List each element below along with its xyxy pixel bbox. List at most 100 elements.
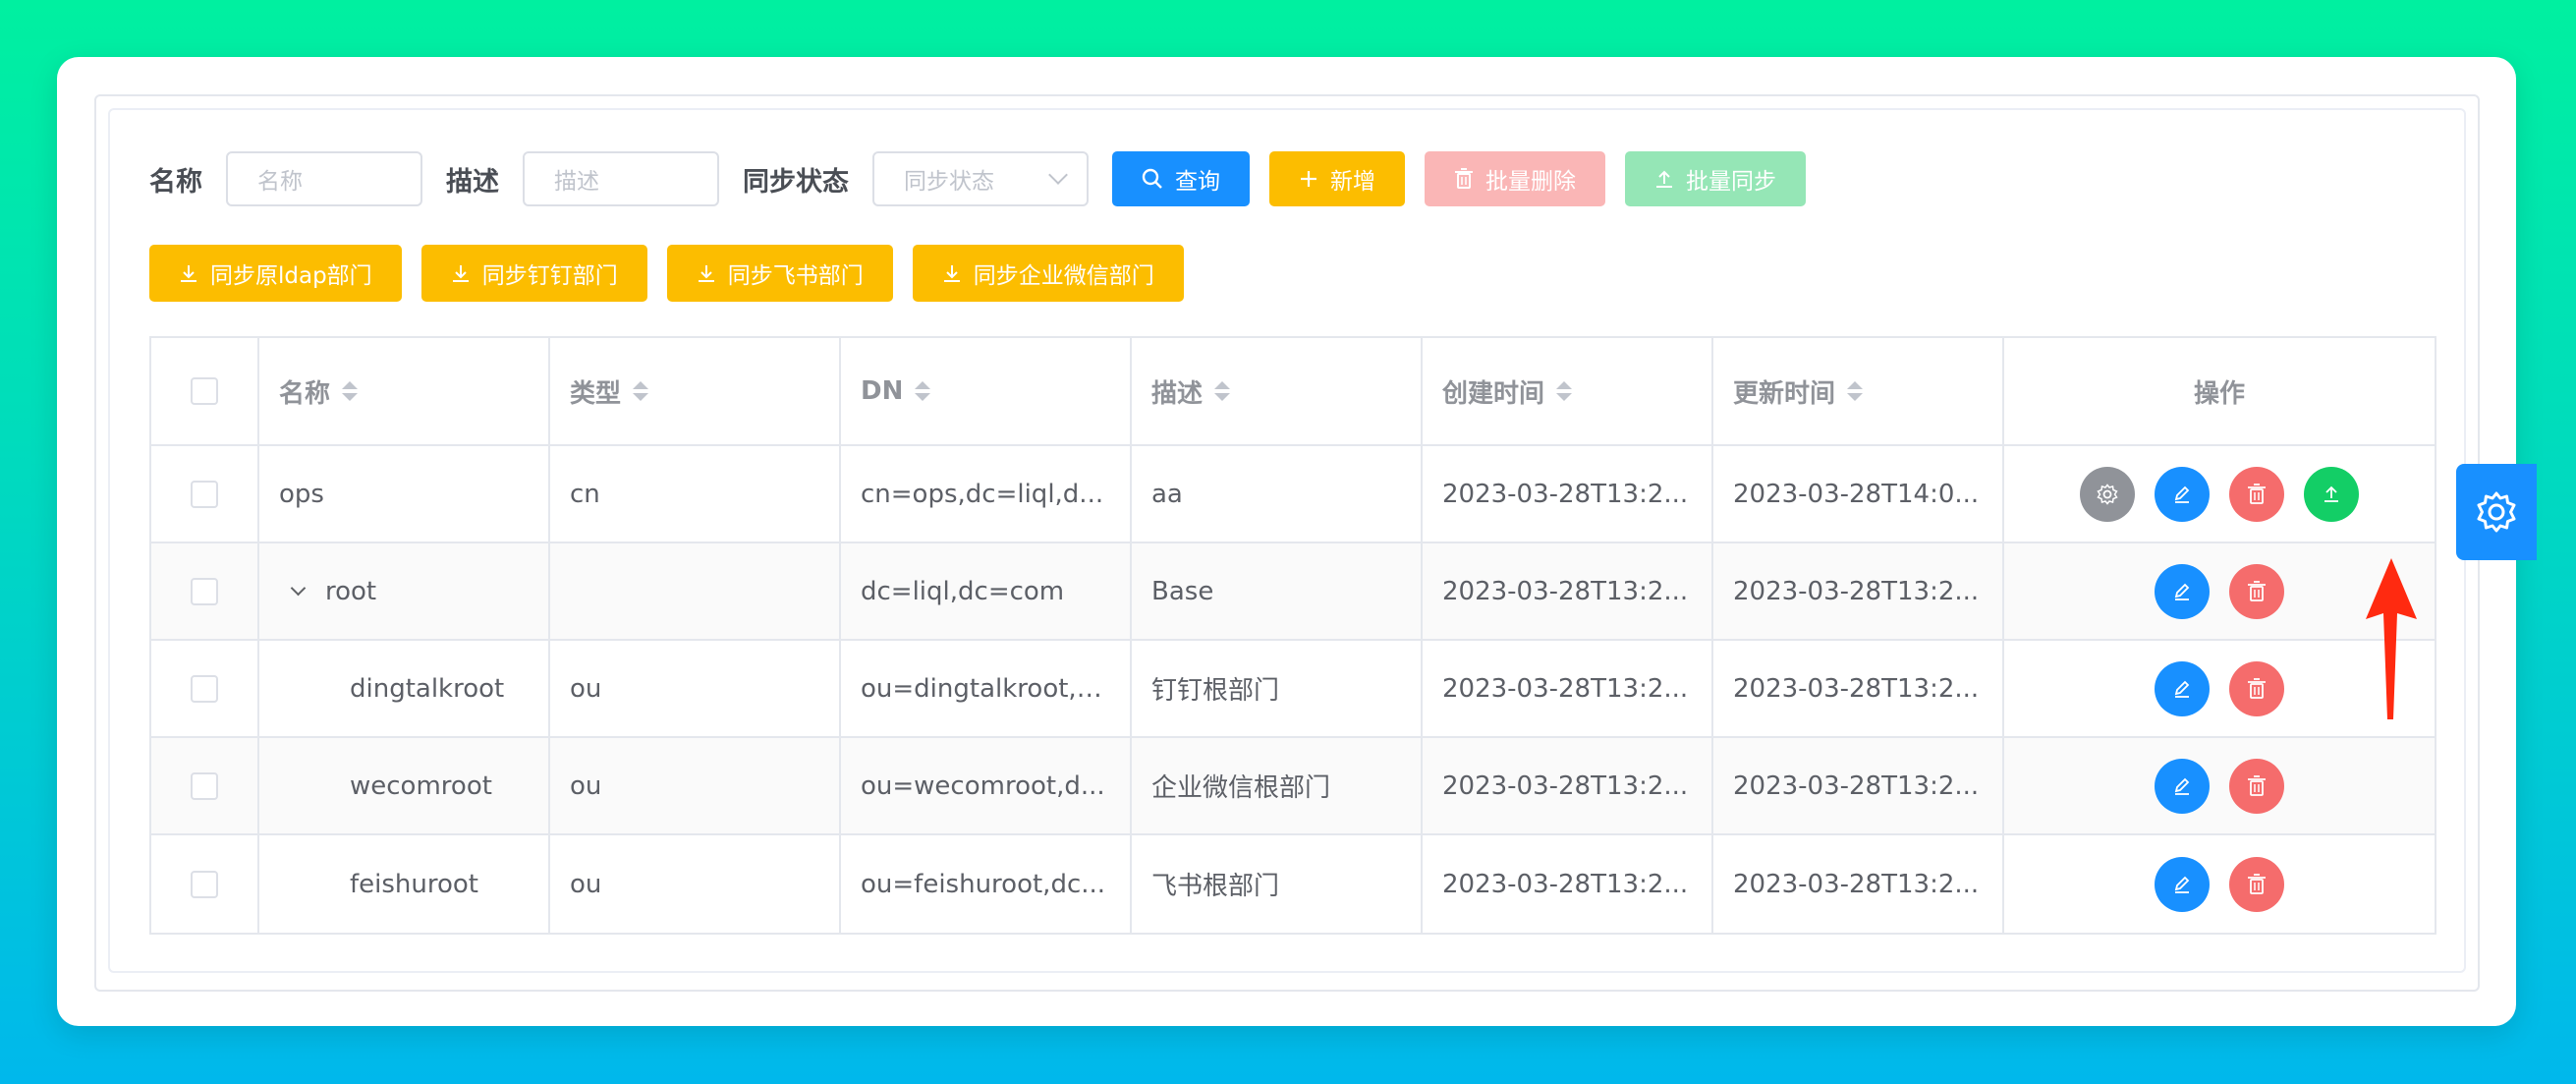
row-checkbox[interactable] bbox=[191, 577, 218, 605]
edit-button[interactable] bbox=[2155, 758, 2210, 814]
desc-filter-label: 描述 bbox=[446, 166, 499, 198]
download-icon bbox=[697, 263, 716, 283]
cell-type: ou bbox=[550, 738, 841, 833]
sort-icon[interactable] bbox=[342, 381, 359, 401]
sort-icon[interactable] bbox=[1214, 381, 1231, 401]
cell-dn: ou=feishuroot,dc... bbox=[841, 835, 1132, 933]
sync-feishu-label: 同步飞书部门 bbox=[727, 263, 864, 289]
download-icon bbox=[942, 263, 962, 283]
trash-icon bbox=[2248, 873, 2266, 894]
edit-button[interactable] bbox=[2155, 660, 2210, 716]
type-text: ou bbox=[570, 869, 602, 899]
row-checkbox[interactable] bbox=[191, 870, 218, 898]
select-all-checkbox[interactable] bbox=[191, 377, 218, 405]
upload-icon bbox=[2324, 485, 2338, 502]
name-text: ops bbox=[279, 479, 324, 509]
desc-text: Base bbox=[1151, 576, 1214, 606]
header-created-label: 创建时间 bbox=[1442, 378, 1545, 409]
settings-button[interactable] bbox=[2080, 466, 2135, 522]
table-row: feishuroot ou ou=feishuroot,dc... 飞书根部门 … bbox=[151, 835, 2435, 933]
delete-button[interactable] bbox=[2229, 758, 2284, 814]
header-name[interactable]: 名称 bbox=[259, 338, 550, 444]
header-created[interactable]: 创建时间 bbox=[1423, 338, 1713, 444]
add-button-label: 新增 bbox=[1330, 169, 1375, 195]
header-updated[interactable]: 更新时间 bbox=[1713, 338, 2004, 444]
batch-sync-button[interactable]: 批量同步 bbox=[1625, 151, 1806, 206]
header-desc[interactable]: 描述 bbox=[1132, 338, 1423, 444]
type-text: cn bbox=[570, 479, 600, 509]
name-text: dingtalkroot bbox=[350, 673, 505, 704]
row-select-cell bbox=[151, 543, 259, 639]
row-checkbox[interactable] bbox=[191, 480, 218, 508]
edit-icon bbox=[2174, 485, 2190, 503]
cell-name: feishuroot bbox=[259, 835, 550, 933]
sort-icon[interactable] bbox=[633, 381, 649, 401]
dn-text: ou=dingtalkroot,d... bbox=[861, 673, 1112, 704]
batch-delete-label: 批量删除 bbox=[1485, 169, 1576, 195]
gear-icon bbox=[2477, 491, 2516, 533]
delete-button[interactable] bbox=[2229, 856, 2284, 912]
query-button-label: 查询 bbox=[1175, 169, 1220, 195]
sort-icon[interactable] bbox=[915, 381, 931, 401]
cell-updated: 2023-03-28T14:0... bbox=[1713, 446, 2004, 542]
department-panel: 名称 名称 描述 描述 同步状态 同步状态 查询 新增 批量删除 批量同步 同步… bbox=[108, 108, 2466, 973]
header-type-label: 类型 bbox=[570, 378, 622, 409]
cell-updated: 2023-03-28T13:2... bbox=[1713, 738, 2004, 833]
created-text: 2023-03-28T13:2... bbox=[1442, 479, 1689, 509]
sort-icon[interactable] bbox=[1847, 381, 1864, 401]
cell-name: dingtalkroot bbox=[259, 641, 550, 736]
desc-filter-input[interactable]: 描述 bbox=[523, 151, 719, 206]
header-name-label: 名称 bbox=[279, 378, 331, 409]
name-filter-placeholder: 名称 bbox=[257, 169, 303, 195]
add-button[interactable]: 新增 bbox=[1269, 151, 1405, 206]
delete-button[interactable] bbox=[2229, 563, 2284, 619]
desc-text: aa bbox=[1151, 479, 1183, 509]
department-table: 名称 类型 DN 描述 创建时间 更新时间 操作 ops cn cn=ops,d… bbox=[149, 336, 2436, 935]
created-text: 2023-03-28T13:2... bbox=[1442, 576, 1689, 606]
trash-icon bbox=[2248, 483, 2266, 504]
delete-button[interactable] bbox=[2229, 466, 2284, 522]
sync-wecom-button[interactable]: 同步企业微信部门 bbox=[912, 245, 1184, 302]
sync-ldap-button[interactable]: 同步原ldap部门 bbox=[149, 245, 402, 302]
dn-text: ou=wecomroot,d... bbox=[861, 770, 1105, 801]
upload-icon bbox=[1654, 169, 1674, 189]
header-type[interactable]: 类型 bbox=[550, 338, 841, 444]
sync-feishu-button[interactable]: 同步飞书部门 bbox=[666, 245, 893, 302]
type-text: ou bbox=[570, 673, 602, 704]
created-text: 2023-03-28T13:2... bbox=[1442, 770, 1689, 801]
cell-updated: 2023-03-28T13:2... bbox=[1713, 835, 2004, 933]
edit-button[interactable] bbox=[2155, 856, 2210, 912]
query-button[interactable]: 查询 bbox=[1112, 151, 1250, 206]
cell-dn: ou=wecomroot,d... bbox=[841, 738, 1132, 833]
floating-settings-button[interactable] bbox=[2456, 464, 2537, 560]
sync-dingtalk-button[interactable]: 同步钉钉部门 bbox=[420, 245, 647, 302]
trash-icon bbox=[2248, 677, 2266, 699]
chevron-down-icon[interactable] bbox=[290, 580, 307, 597]
edit-icon bbox=[2174, 876, 2190, 893]
status-filter-select[interactable]: 同步状态 bbox=[872, 151, 1089, 206]
cell-desc: 企业微信根部门 bbox=[1132, 738, 1423, 833]
cell-name: root bbox=[259, 543, 550, 639]
sync-ldap-label: 同步原ldap部门 bbox=[210, 263, 372, 289]
name-filter-input[interactable]: 名称 bbox=[226, 151, 422, 206]
batch-delete-button[interactable]: 批量删除 bbox=[1425, 151, 1605, 206]
row-checkbox[interactable] bbox=[191, 771, 218, 800]
row-checkbox[interactable] bbox=[191, 674, 218, 703]
trash-icon bbox=[1454, 168, 1474, 190]
cell-dn: cn=ops,dc=liql,d... bbox=[841, 446, 1132, 542]
edit-button[interactable] bbox=[2155, 563, 2210, 619]
row-select-cell bbox=[151, 738, 259, 833]
delete-button[interactable] bbox=[2229, 660, 2284, 716]
edit-icon bbox=[2174, 583, 2190, 600]
annotation-arrow-icon bbox=[2366, 558, 2417, 719]
sync-bar: 同步原ldap部门 同步钉钉部门 同步飞书部门 同步企业微信部门 bbox=[149, 245, 1204, 302]
updated-text: 2023-03-28T13:2... bbox=[1733, 869, 1980, 899]
dn-text: ou=feishuroot,dc... bbox=[861, 869, 1106, 899]
sync-button[interactable] bbox=[2304, 466, 2359, 522]
sort-icon[interactable] bbox=[1556, 381, 1573, 401]
cell-created: 2023-03-28T13:2... bbox=[1423, 446, 1713, 542]
desc-filter-placeholder: 描述 bbox=[554, 169, 599, 195]
content-frame: 名称 名称 描述 描述 同步状态 同步状态 查询 新增 批量删除 批量同步 同步… bbox=[94, 94, 2480, 992]
edit-button[interactable] bbox=[2155, 466, 2210, 522]
header-dn[interactable]: DN bbox=[841, 338, 1132, 444]
